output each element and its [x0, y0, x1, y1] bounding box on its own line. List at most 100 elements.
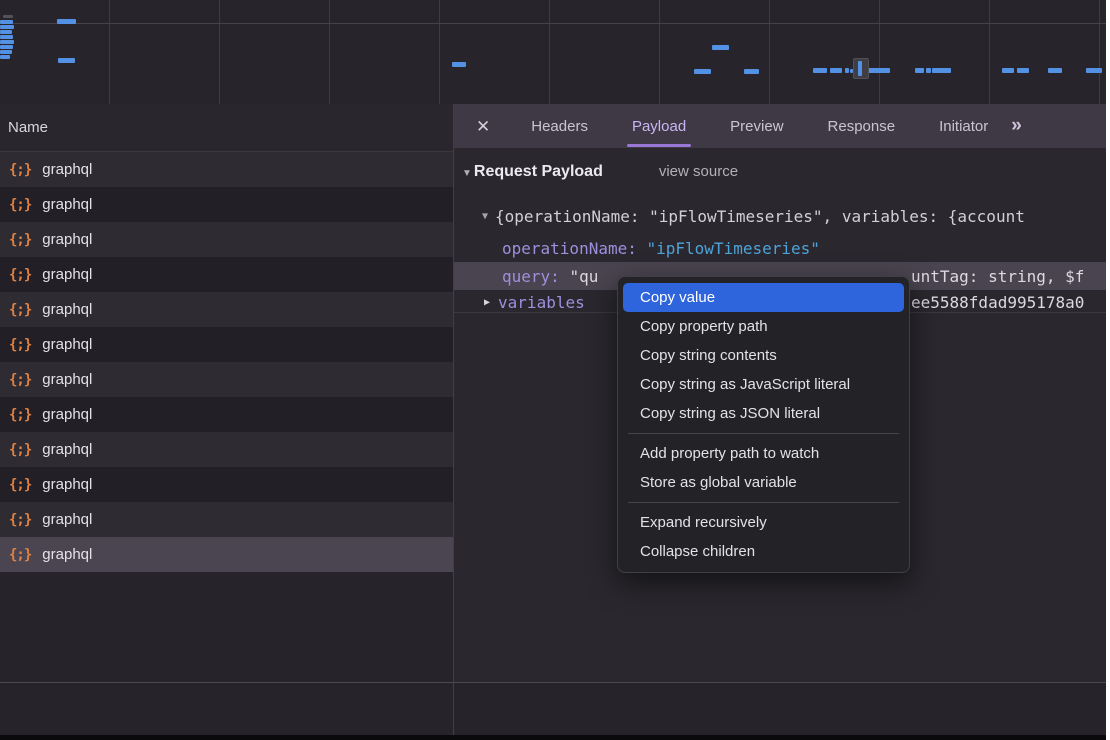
- section-title: Request Payload: [474, 163, 603, 181]
- tab-payload[interactable]: Payload: [627, 104, 691, 148]
- more-tabs-icon[interactable]: »: [1011, 115, 1020, 137]
- detail-tab-bar: ✕ Headers Payload Preview Response Initiator…: [454, 104, 1106, 148]
- window-bottom-edge: [0, 735, 1106, 740]
- json-braces-icon: {;}: [0, 407, 31, 423]
- request-name: graphql: [31, 441, 92, 458]
- menu-item-copy-value[interactable]: Copy value: [623, 283, 904, 312]
- request-row[interactable]: {;}graphql: [0, 257, 453, 292]
- request-row[interactable]: {;}graphql: [0, 537, 453, 572]
- waterfall-bar: [868, 68, 890, 73]
- json-braces-icon: {;}: [0, 197, 31, 213]
- collapse-triangle-icon[interactable]: ▼: [462, 168, 472, 179]
- menu-item-copy-string-as-javascript-literal[interactable]: Copy string as JavaScript literal: [618, 370, 909, 399]
- waterfall-bar: [744, 69, 759, 74]
- waterfall-bar: [926, 68, 931, 73]
- request-name: graphql: [31, 546, 92, 563]
- operation-name-row[interactable]: operationName: "ipFlowTimeseries": [502, 234, 820, 262]
- menu-item-copy-string-contents[interactable]: Copy string contents: [618, 341, 909, 370]
- close-icon[interactable]: ✕: [476, 118, 490, 135]
- selected-request-marker: [853, 58, 869, 79]
- request-row[interactable]: {;}graphql: [0, 467, 453, 502]
- waterfall-bar: [58, 58, 75, 63]
- waterfall-bar: [932, 68, 951, 73]
- json-braces-icon: {;}: [0, 337, 31, 353]
- property-value-start: "qu: [569, 267, 598, 286]
- property-key: operationName:: [502, 239, 637, 258]
- menu-item-add-property-path-to-watch[interactable]: Add property path to watch: [618, 439, 909, 468]
- menu-item-store-as-global-variable[interactable]: Store as global variable: [618, 468, 909, 497]
- payload-preview-text: {operationName: "ipFlowTimeseries", vari…: [495, 207, 1025, 226]
- view-source-link[interactable]: view source: [659, 163, 738, 180]
- tabs: Headers Payload Preview Response Initiator: [526, 104, 993, 148]
- menu-item-expand-recursively[interactable]: Expand recursively: [618, 508, 909, 537]
- payload-root-node[interactable]: ▼ {operationName: "ipFlowTimeseries", va…: [482, 202, 1025, 230]
- devtools-network-panel: Name {;}graphql{;}graphql{;}graphql{;}gr…: [0, 0, 1106, 740]
- json-braces-icon: {;}: [0, 442, 31, 458]
- request-row[interactable]: {;}graphql: [0, 502, 453, 537]
- json-braces-icon: {;}: [0, 162, 31, 178]
- json-braces-icon: {;}: [0, 512, 31, 528]
- menu-item-collapse-children[interactable]: Collapse children: [618, 537, 909, 566]
- request-name: graphql: [31, 301, 92, 318]
- name-column-label: Name: [0, 119, 48, 136]
- json-braces-icon: {;}: [0, 547, 31, 563]
- waterfall-bar: [0, 25, 14, 29]
- selected-request-bar: [858, 61, 862, 76]
- waterfall-bar: [0, 40, 14, 44]
- request-row[interactable]: {;}graphql: [0, 327, 453, 362]
- variables-value-continued: ee5588fdad995178a0: [911, 290, 1084, 314]
- context-menu: Copy valueCopy property pathCopy string …: [617, 276, 910, 573]
- waterfall-bar: [845, 68, 849, 73]
- json-braces-icon: {;}: [0, 372, 31, 388]
- network-overview-waterfall[interactable]: [0, 0, 1106, 105]
- waterfall-bar: [1017, 68, 1029, 73]
- request-list: {;}graphql{;}graphql{;}graphql{;}graphql…: [0, 152, 453, 572]
- request-row[interactable]: {;}graphql: [0, 362, 453, 397]
- request-row[interactable]: {;}graphql: [0, 152, 453, 187]
- collapsed-triangle-icon[interactable]: ▶: [484, 297, 490, 308]
- request-row[interactable]: {;}graphql: [0, 397, 453, 432]
- waterfall-bar: [0, 20, 13, 24]
- json-braces-icon: {;}: [0, 302, 31, 318]
- query-value-continued: untTag: string, $f: [911, 262, 1084, 290]
- tab-headers[interactable]: Headers: [526, 104, 593, 148]
- waterfall-bar: [57, 19, 76, 24]
- waterfall-bar: [1086, 68, 1102, 73]
- json-braces-icon: {;}: [0, 232, 31, 248]
- menu-item-copy-string-as-json-literal[interactable]: Copy string as JSON literal: [618, 399, 909, 428]
- request-row[interactable]: {;}graphql: [0, 187, 453, 222]
- request-row[interactable]: {;}graphql: [0, 292, 453, 327]
- menu-separator: [628, 433, 899, 434]
- waterfall-bar: [694, 69, 711, 74]
- menu-item-copy-property-path[interactable]: Copy property path: [618, 312, 909, 341]
- request-name: graphql: [31, 231, 92, 248]
- request-row[interactable]: {;}graphql: [0, 222, 453, 257]
- json-braces-icon: {;}: [0, 267, 31, 283]
- summary-bar-separator: [0, 682, 1106, 683]
- request-name: graphql: [31, 476, 92, 493]
- waterfall-bar: [452, 62, 466, 67]
- waterfall-bar: [0, 50, 12, 54]
- query-row[interactable]: query: "qu: [502, 262, 598, 290]
- menu-separator: [628, 502, 899, 503]
- name-column-header[interactable]: Name: [0, 104, 453, 152]
- waterfall-bar: [830, 68, 842, 73]
- request-name: graphql: [31, 336, 92, 353]
- tab-response[interactable]: Response: [823, 104, 901, 148]
- expanded-triangle-icon[interactable]: ▼: [482, 211, 488, 222]
- json-braces-icon: {;}: [0, 477, 31, 493]
- waterfall-bar: [915, 68, 924, 73]
- tab-initiator[interactable]: Initiator: [934, 104, 993, 148]
- tab-preview[interactable]: Preview: [725, 104, 788, 148]
- variables-row[interactable]: ▶ variables: [484, 290, 585, 314]
- request-row[interactable]: {;}graphql: [0, 432, 453, 467]
- request-name: graphql: [31, 511, 92, 528]
- request-name: graphql: [31, 196, 92, 213]
- overview-horizontal-gridline: [0, 23, 1106, 24]
- waterfall-bar: [0, 30, 12, 34]
- property-value: "ipFlowTimeseries": [647, 239, 820, 258]
- request-name: graphql: [31, 161, 92, 178]
- property-key: query:: [502, 267, 560, 286]
- waterfall-bar: [1048, 68, 1062, 73]
- waterfall-bar: [712, 45, 729, 50]
